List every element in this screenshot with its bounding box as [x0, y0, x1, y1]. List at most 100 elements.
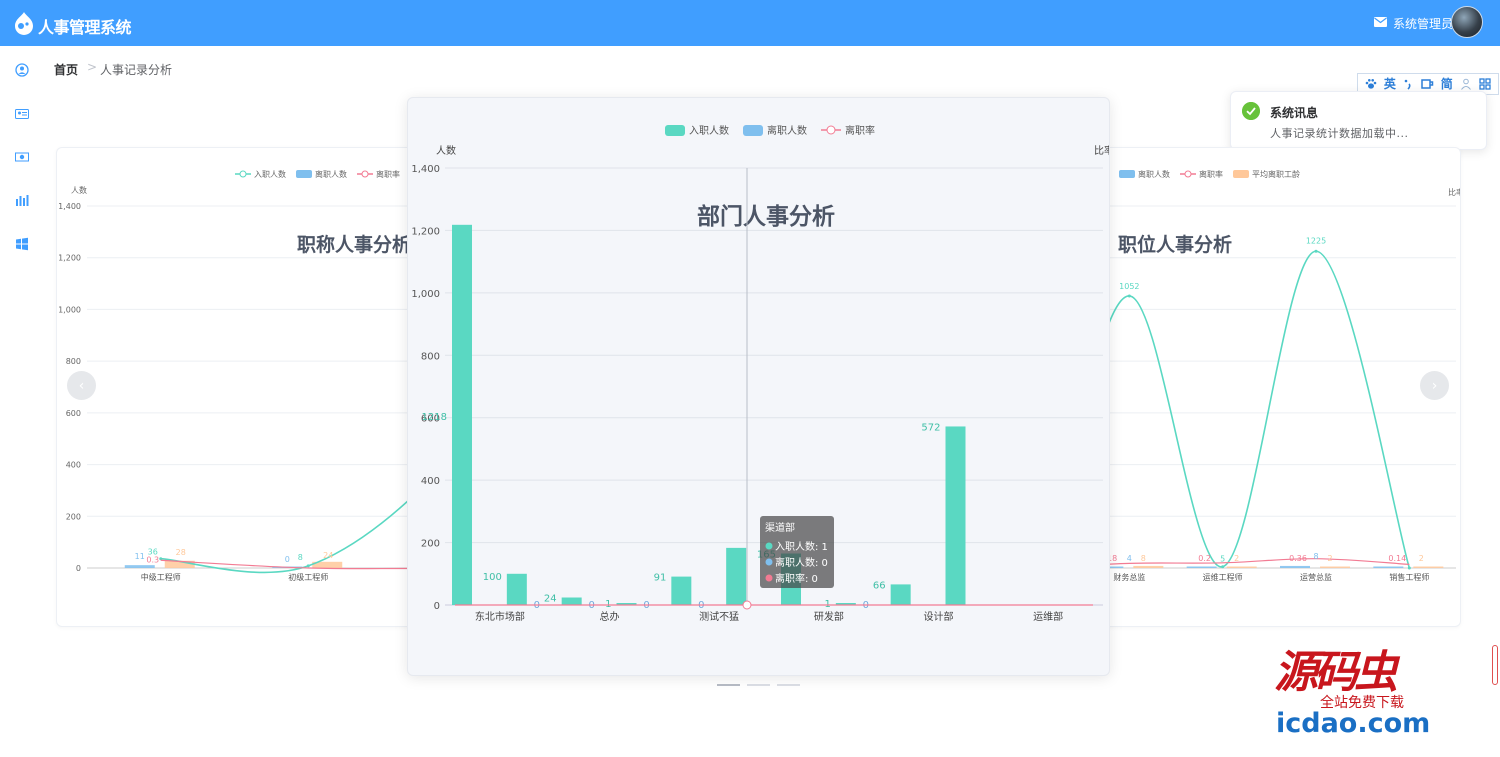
paw-icon[interactable]	[1365, 78, 1377, 90]
legend-label: 离职人数	[315, 169, 347, 179]
legend-marker-1	[296, 170, 312, 178]
bar-leave	[1280, 565, 1310, 568]
bar-hire	[726, 547, 747, 605]
breadcrumb-current: 人事记录分析	[100, 63, 173, 77]
legend-marker-dot-2	[361, 170, 369, 178]
y2-axis-title: 比率	[1448, 187, 1461, 197]
y2-axis-title: 比率	[1094, 144, 1110, 157]
bar-avg-tenure	[1320, 566, 1350, 568]
notification-title: 系统讯息	[1270, 106, 1319, 120]
legend-label: 离职率	[376, 169, 400, 179]
data-label-hire: 100	[483, 572, 502, 583]
legend-marker-0	[665, 125, 685, 136]
carousel-indicator-1[interactable]	[717, 684, 740, 686]
y-tick-label: 800	[421, 351, 440, 362]
carousel-next-button[interactable]: ›	[1420, 371, 1449, 400]
x-tick-label: 设计部	[924, 610, 954, 623]
legend-marker-rate-dot	[826, 125, 836, 135]
chevron-left-icon: ‹	[78, 377, 85, 394]
y-axis-title: 人数	[436, 144, 456, 157]
chart-title: 职称人事分析	[297, 233, 411, 256]
notification-toast: 系统讯息 人事记录统计数据加载中...	[1230, 91, 1487, 150]
top-header: 人事管理系统 系统管理员	[0, 0, 1500, 46]
grid-icon[interactable]	[1479, 78, 1492, 90]
tooltip-title: 渠道部	[765, 521, 795, 534]
x-tick-label: 初级工程师	[288, 572, 328, 582]
data-label: 8	[1141, 554, 1146, 563]
x-tick-label: 销售工程师	[1389, 572, 1429, 582]
tooltip-marker	[765, 558, 773, 566]
y-tick-label: 1,400	[411, 164, 440, 175]
x-tick-label: 中级工程师	[141, 572, 181, 582]
carousel-indicator-2[interactable]	[747, 684, 770, 686]
tooltip-marker	[765, 542, 773, 550]
chart-title: 职位人事分析	[1118, 233, 1232, 256]
legend-label: 离职人数	[1138, 169, 1170, 179]
data-label: 1052	[1119, 282, 1139, 291]
carousel-indicator-3[interactable]	[777, 684, 800, 686]
sidebar	[0, 46, 42, 757]
legend-label: 平均离职工龄	[1252, 169, 1300, 179]
success-icon	[1242, 102, 1260, 120]
data-label-hire: 1218	[422, 412, 447, 423]
legend-marker-dot-0	[239, 170, 247, 178]
bar-leave	[124, 565, 155, 568]
avatar[interactable]	[1451, 6, 1483, 38]
data-label: 0.36	[1289, 554, 1307, 563]
data-label: 4	[1127, 554, 1132, 563]
data-label-hire: 24	[544, 594, 557, 605]
x-tick-label: 总办	[600, 610, 620, 623]
point-hire	[1127, 294, 1131, 298]
legend-label: 离职率	[1199, 169, 1223, 179]
department-analysis-card: 入职人数离职人数离职率人数比率02004006008001,0001,2001,…	[407, 97, 1110, 676]
user-circle-icon[interactable]	[15, 63, 29, 77]
data-label: 24	[323, 551, 333, 560]
person-icon[interactable]	[1460, 78, 1472, 90]
department-analysis-chart: 入职人数离职人数离职率人数比率02004006008001,0001,2001,…	[411, 124, 1110, 623]
y-tick-label: 600	[66, 409, 81, 418]
y-tick-label: 800	[66, 357, 81, 366]
legend-label: 离职人数	[767, 124, 807, 137]
data-label: 2	[1327, 554, 1332, 563]
carousel-prev-button[interactable]: ‹	[67, 371, 96, 400]
id-card-icon[interactable]	[15, 107, 29, 121]
data-label-hire: 91	[654, 573, 667, 584]
money-icon[interactable]	[15, 150, 29, 164]
cup-icon[interactable]	[1420, 78, 1434, 90]
point-hire	[306, 564, 310, 568]
toolbar-simplified[interactable]: 简	[1441, 78, 1453, 90]
x-tick-label: 东北市场部	[475, 610, 525, 623]
windows-icon[interactable]	[15, 237, 29, 251]
tooltip-line: 离职人数: 0	[775, 556, 828, 569]
toolbar-lang[interactable]: 英	[1384, 78, 1396, 90]
y-tick-label: 400	[66, 461, 81, 470]
app-title: 人事管理系统	[38, 18, 132, 37]
bar-hire	[452, 224, 472, 605]
y-tick-label: 1,400	[58, 202, 81, 211]
y-axis-title: 人数	[71, 185, 87, 195]
point-rate-highlight	[742, 600, 752, 610]
x-tick-label: 测试不猛	[699, 610, 739, 623]
legend-label: 入职人数	[689, 124, 729, 137]
breadcrumb-separator: >	[87, 60, 98, 74]
bar-avg-tenure	[1226, 566, 1257, 568]
data-label-hire: 572	[921, 422, 940, 433]
y-tick-label: 0	[434, 601, 440, 612]
data-label: 8	[1313, 552, 1318, 561]
y-tick-label: 200	[421, 539, 440, 550]
y-tick-label: 1,000	[58, 305, 81, 314]
x-tick-label: 财务总监	[1113, 572, 1145, 582]
x-tick-label: 运维工程师	[1203, 572, 1243, 582]
bar-chart-icon[interactable]	[15, 193, 29, 207]
x-tick-label: 研发部	[814, 610, 844, 623]
mail-icon[interactable]	[1374, 17, 1387, 27]
breadcrumb-home[interactable]: 首页	[54, 61, 78, 78]
point-hire	[1407, 566, 1411, 570]
bar-leave	[1186, 566, 1217, 568]
tooltip-line: 离职率: 0	[775, 572, 818, 585]
user-name[interactable]: 系统管理员	[1393, 15, 1453, 32]
watermark-logo: 源码虫 全站免费下载 icdao.com	[1274, 647, 1431, 739]
page-scrollbar[interactable]	[1492, 645, 1498, 685]
punctuation-icon[interactable]	[1403, 78, 1413, 90]
data-label: 0.2	[1198, 554, 1211, 563]
